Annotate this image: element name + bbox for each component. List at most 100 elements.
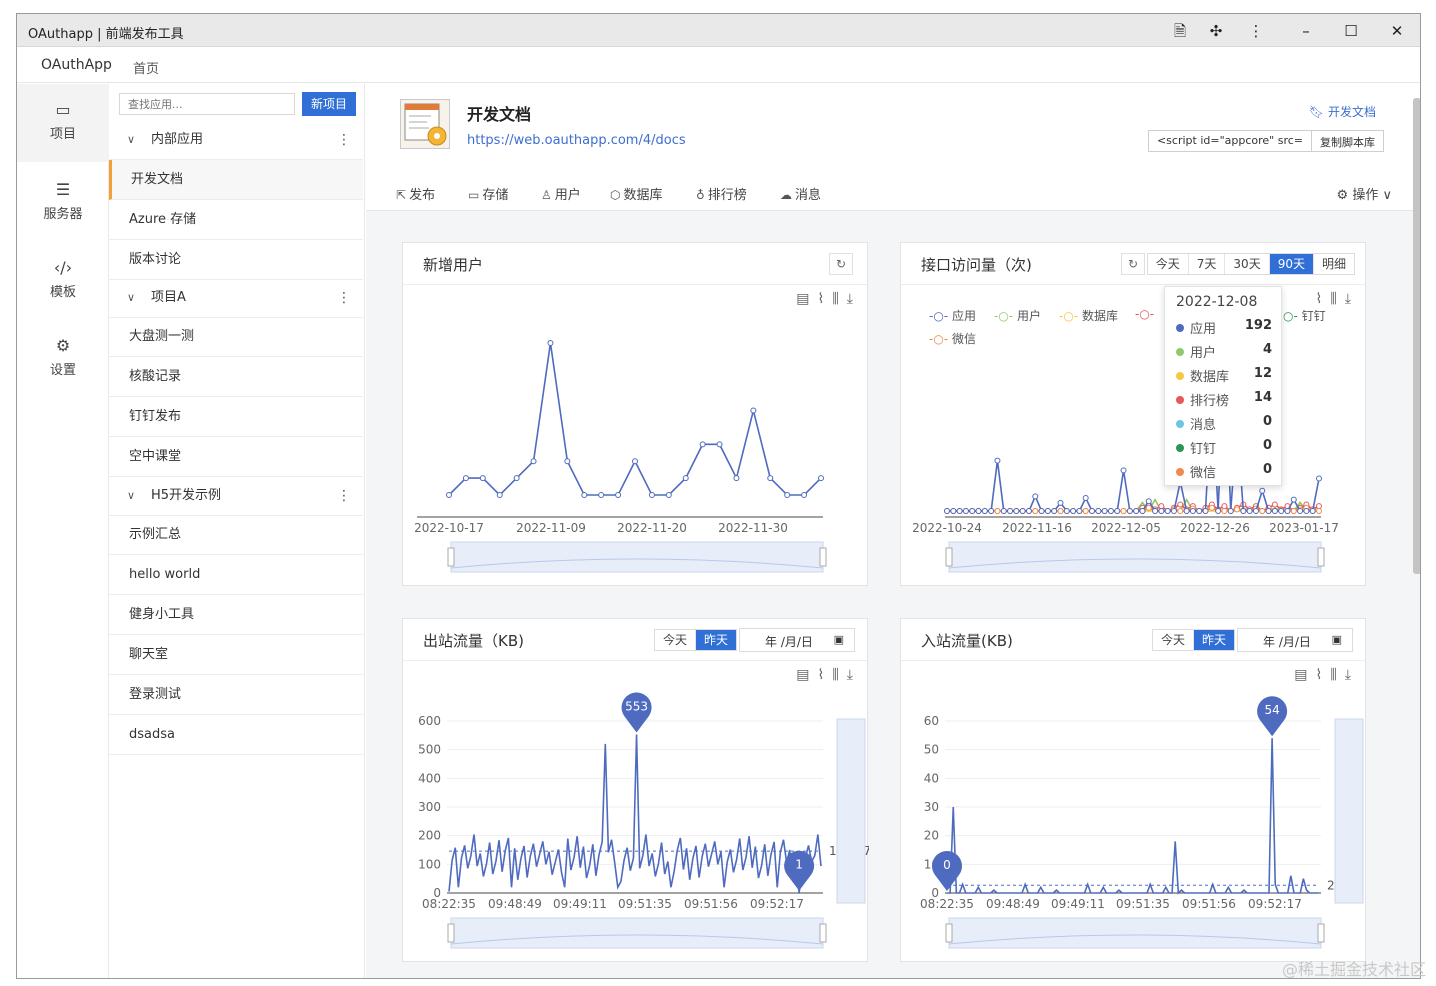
data-point — [446, 492, 452, 498]
tab-database[interactable]: ⬡ 数据库 — [610, 184, 663, 203]
new-project-button[interactable]: 新项目 — [302, 92, 356, 116]
data-point — [1170, 508, 1177, 514]
y-tick-label: 500 — [418, 743, 441, 757]
list-item[interactable]: 钉钉发布 — [109, 397, 363, 437]
data-point — [1284, 508, 1291, 514]
operations-menu[interactable]: ⚙ 操作 ∨ — [1337, 184, 1392, 203]
document-icon[interactable]: 🗎 — [1169, 20, 1191, 42]
list-item[interactable]: 健身小工具 — [109, 595, 363, 635]
maximize-icon[interactable]: ☐ — [1340, 20, 1362, 42]
list-item[interactable]: 登录测试 — [109, 675, 363, 715]
calendar-icon: ▣ — [833, 633, 844, 646]
data-point — [1145, 498, 1152, 505]
y-tick-label: 60 — [924, 714, 939, 728]
data-point — [1038, 508, 1045, 514]
more-icon[interactable]: ⋮ — [337, 278, 351, 318]
tab-publish[interactable]: ⇱ 发布 — [396, 184, 435, 203]
data-point — [1189, 508, 1196, 514]
data-point — [1316, 508, 1322, 514]
x-tick-label: 2022-11-20 — [617, 521, 687, 535]
series-line — [448, 734, 822, 893]
list-item[interactable]: Azure 存储 — [109, 200, 363, 240]
data-point — [1221, 508, 1228, 514]
date-input[interactable]: 年 /月/日 ▣ — [739, 628, 855, 652]
data-point — [1082, 508, 1089, 514]
more-icon[interactable]: ⋮ — [1245, 20, 1267, 42]
data-point — [1290, 496, 1297, 503]
list-item[interactable]: hello world — [109, 555, 363, 595]
brand-label[interactable]: OAuthApp — [41, 57, 112, 73]
tooltip-row: 钉钉 0 — [1176, 438, 1272, 460]
more-icon[interactable]: ⋮ — [337, 476, 351, 516]
search-input[interactable] — [119, 93, 295, 115]
doc-link[interactable]: 🔖︎ 开发文档 — [1309, 103, 1376, 120]
nav-item-templates[interactable]: ‹/› 模板 — [17, 242, 109, 320]
group-h5[interactable]: ∨ H5开发示例 ⋮ — [109, 476, 363, 516]
data-point — [1101, 508, 1108, 514]
tab-messages[interactable]: ☁ 消息 — [780, 184, 821, 203]
range-7d[interactable]: 7天 — [1189, 254, 1226, 274]
tab-ranking[interactable]: ♁ 排行榜 — [696, 184, 747, 203]
range-30d[interactable]: 30天 — [1225, 254, 1270, 274]
list-item[interactable]: 示例汇总 — [109, 515, 363, 555]
data-zoom-slider — [948, 917, 1322, 949]
list-item[interactable]: 开发文档 — [109, 160, 363, 200]
window-icon: ▭ — [55, 100, 71, 119]
refresh-icon[interactable]: ↻ — [829, 253, 853, 275]
data-point — [1076, 508, 1083, 514]
more-icon[interactable]: ⋮ — [337, 120, 351, 160]
nav-item-projects[interactable]: ▭ 项目 — [17, 84, 109, 162]
gear-icon: ⚙ — [55, 336, 71, 355]
list-item[interactable]: 聊天室 — [109, 635, 363, 675]
minimize-icon[interactable]: – — [1295, 20, 1317, 42]
day-yesterday[interactable]: 昨天 — [695, 630, 736, 650]
tab-storage[interactable]: ▭ 存储 — [468, 184, 508, 203]
slider-handle — [819, 547, 827, 567]
slider-handle — [1317, 547, 1325, 567]
data-point — [962, 508, 969, 514]
tooltip-row: 微信 0 — [1176, 462, 1272, 484]
list-item[interactable]: 版本讨论 — [109, 240, 363, 280]
scrollbar[interactable] — [1413, 98, 1420, 574]
date-input[interactable]: 年 /月/日 ▣ — [1237, 628, 1353, 652]
nav-item-settings[interactable]: ⚙ 设置 — [17, 320, 109, 398]
data-point — [1316, 503, 1322, 510]
x-tick-label: 09:51:56 — [1182, 897, 1236, 911]
data-point — [1208, 504, 1215, 511]
list-item[interactable]: 核酸记录 — [109, 357, 363, 397]
gear-icon: ⚙ — [1336, 188, 1349, 203]
chevron-down-icon: ∨ — [127, 133, 136, 146]
list-item[interactable]: dsadsa — [109, 715, 363, 755]
day-today[interactable]: 今天 — [655, 630, 696, 650]
script-snippet[interactable]: <script id="appcore" src= — [1149, 131, 1311, 151]
group-project-a[interactable]: ∨ 项目A ⋮ — [109, 278, 363, 318]
close-icon[interactable]: ✕ — [1386, 20, 1408, 42]
bulb-icon: ♁ — [696, 188, 705, 202]
day-yesterday[interactable]: 昨天 — [1193, 630, 1234, 650]
nav-item-servers[interactable]: ☰ 服务器 — [17, 164, 109, 242]
range-90d[interactable]: 90天 — [1269, 254, 1314, 274]
tab-users[interactable]: ♙ 用户 — [541, 184, 581, 203]
list-item[interactable]: 空中课堂 — [109, 437, 363, 477]
range-today[interactable]: 今天 — [1148, 254, 1189, 274]
copy-script-button[interactable]: 复制脚本库 — [1311, 131, 1383, 151]
chevron-down-icon: ∨ — [127, 489, 136, 502]
data-point — [564, 458, 571, 465]
tooltip-row: 应用 192 — [1176, 318, 1272, 340]
app-url-link[interactable]: https://web.oauthapp.com/4/docs — [467, 133, 686, 148]
new-users-chart: 2022-10-17 2022-11-09 2022-11-20 2022-11-30 — [414, 340, 827, 573]
data-point — [1290, 508, 1297, 514]
data-point — [1158, 503, 1165, 510]
group-internal[interactable]: ∨ 内部应用 ⋮ — [109, 120, 363, 160]
data-point — [956, 508, 963, 514]
range-detail[interactable]: 明细 — [1314, 254, 1354, 274]
data-point — [1007, 508, 1014, 514]
refresh-icon[interactable]: ↻ — [1121, 253, 1145, 275]
home-link[interactable]: 首页 — [133, 58, 159, 77]
main-panel: 开发文档 https://web.oauthapp.com/4/docs 🔖︎ … — [366, 84, 1420, 978]
card-title: 接口访问量（次) — [921, 256, 1032, 274]
list-item[interactable]: 大盘测一测 — [109, 317, 363, 357]
day-today[interactable]: 今天 — [1153, 630, 1194, 650]
puzzle-icon[interactable]: ✣ — [1205, 20, 1227, 42]
data-point — [513, 475, 520, 482]
